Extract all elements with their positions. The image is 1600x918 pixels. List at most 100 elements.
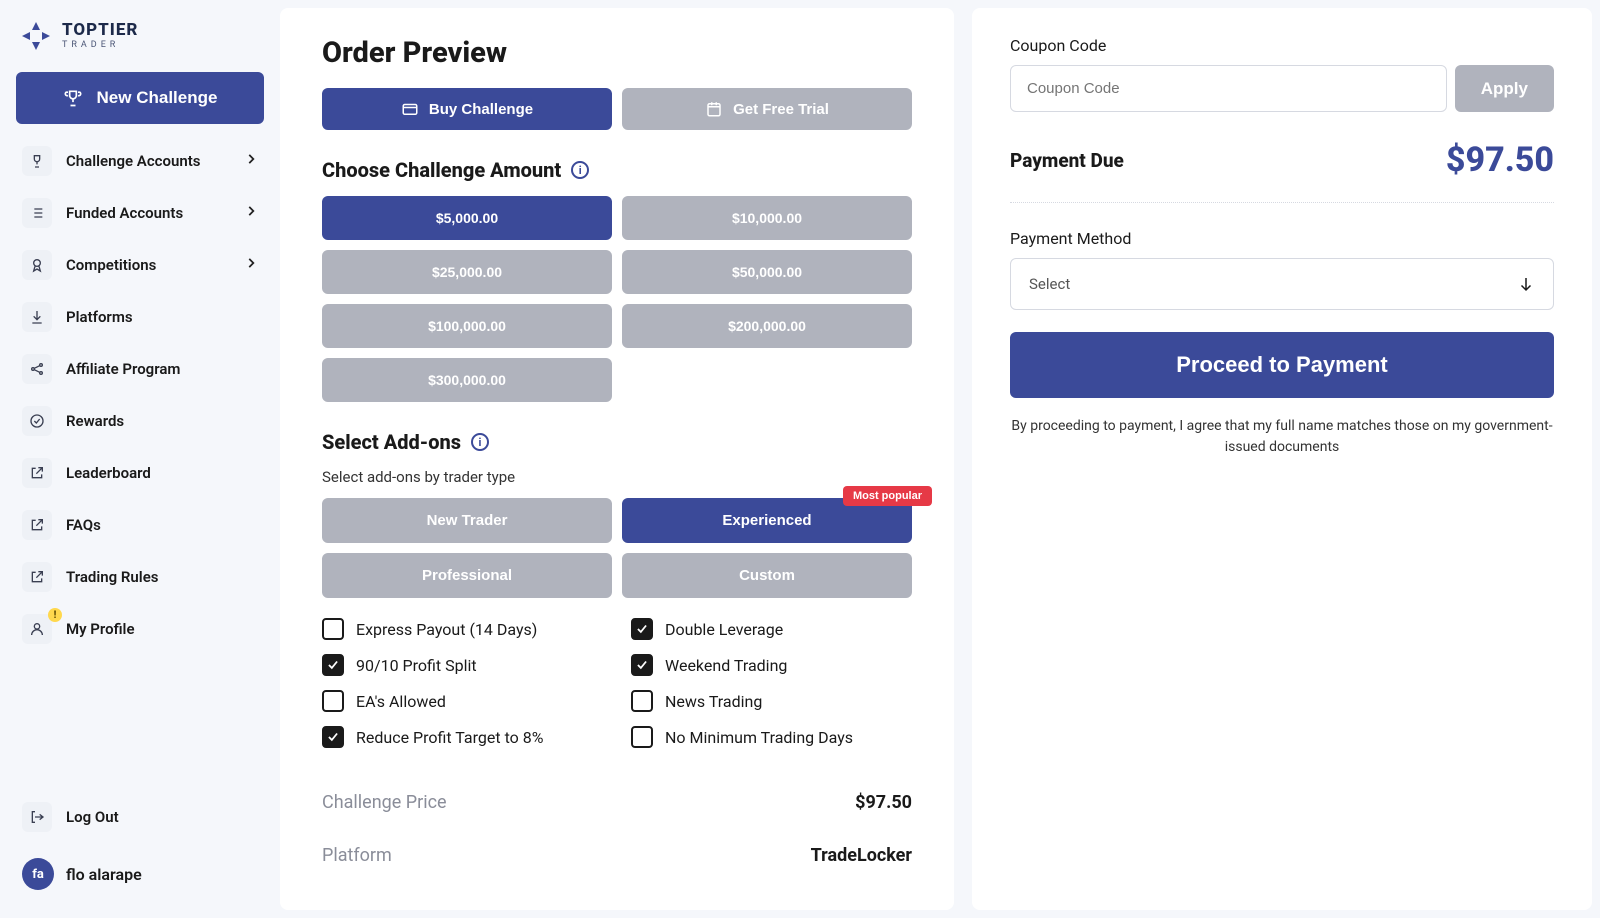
- sidebar-item-leaderboard[interactable]: Leaderboard: [16, 448, 264, 498]
- trader-type-option[interactable]: ExperiencedMost popular: [622, 498, 912, 543]
- sidebar-item-funded-accounts[interactable]: Funded Accounts: [16, 188, 264, 238]
- addon-item: No Minimum Trading Days: [631, 726, 912, 748]
- logo-icon: [20, 20, 52, 52]
- sidebar-item-label: My Profile: [66, 620, 135, 638]
- trader-type-option[interactable]: Professional: [322, 553, 612, 598]
- payment-due-row: Payment Due $97.50: [1010, 140, 1554, 203]
- amount-option[interactable]: $25,000.00: [322, 250, 612, 294]
- alert-badge: !: [48, 608, 62, 622]
- sidebar-item-faqs[interactable]: FAQs: [16, 500, 264, 550]
- coupon-label: Coupon Code: [1010, 36, 1554, 55]
- external-icon: [22, 510, 52, 540]
- amount-option[interactable]: $200,000.00: [622, 304, 912, 348]
- addon-label: EA's Allowed: [356, 692, 446, 711]
- sidebar-item-label: Funded Accounts: [66, 204, 183, 222]
- chevron-right-icon: [244, 204, 258, 222]
- page-title: Order Preview: [322, 36, 912, 70]
- brand-name: TOPTIER: [62, 22, 138, 39]
- calendar-icon: [705, 100, 723, 118]
- share-icon: [22, 354, 52, 384]
- sidebar-item-my-profile[interactable]: ! My Profile: [16, 604, 264, 654]
- free-trial-button[interactable]: Get Free Trial: [622, 88, 912, 130]
- addon-checkbox[interactable]: [322, 690, 344, 712]
- most-popular-tag: Most popular: [843, 486, 932, 506]
- logout-icon: [22, 802, 52, 832]
- info-icon[interactable]: i: [571, 161, 589, 179]
- apply-coupon-button[interactable]: Apply: [1455, 65, 1554, 112]
- sidebar-item-label: Leaderboard: [66, 464, 151, 482]
- payment-due-label: Payment Due: [1010, 149, 1124, 172]
- addon-item: News Trading: [631, 690, 912, 712]
- sidebar-item-label: Platforms: [66, 308, 133, 326]
- user-name: flo alarape: [66, 865, 142, 884]
- amount-option[interactable]: $5,000.00: [322, 196, 612, 240]
- sidebar-item-affiliate-program[interactable]: Affiliate Program: [16, 344, 264, 394]
- payment-due-amount: $97.50: [1446, 140, 1554, 180]
- amount-option[interactable]: $300,000.00: [322, 358, 612, 402]
- addon-label: Double Leverage: [665, 620, 783, 639]
- addon-item: Reduce Profit Target to 8%: [322, 726, 603, 748]
- addons-subtext: Select add-ons by trader type: [322, 468, 912, 486]
- addon-checkbox[interactable]: [322, 654, 344, 676]
- avatar: fa: [22, 858, 54, 890]
- addon-checkbox[interactable]: [322, 726, 344, 748]
- trophy-icon: [22, 146, 52, 176]
- addon-label: Express Payout (14 Days): [356, 620, 537, 639]
- addon-checkbox[interactable]: [631, 690, 653, 712]
- addon-item: Express Payout (14 Days): [322, 618, 603, 640]
- addon-label: Weekend Trading: [665, 656, 787, 675]
- new-challenge-button[interactable]: New Challenge: [16, 72, 264, 124]
- arrow-down-icon: [1517, 275, 1535, 293]
- addon-grid: Express Payout (14 Days) Double Leverage 9…: [322, 618, 912, 748]
- addon-checkbox[interactable]: [631, 654, 653, 676]
- addon-item: Double Leverage: [631, 618, 912, 640]
- trader-type-grid: New TraderExperiencedMost popularProfess…: [322, 498, 912, 598]
- sidebar-item-label: Trading Rules: [66, 568, 158, 586]
- logout-item[interactable]: Log Out: [16, 792, 264, 842]
- addon-checkbox[interactable]: [631, 726, 653, 748]
- sidebar-item-challenge-accounts[interactable]: Challenge Accounts: [16, 136, 264, 186]
- external-icon: [22, 458, 52, 488]
- sidebar-item-label: Competitions: [66, 256, 156, 274]
- addon-label: News Trading: [665, 692, 762, 711]
- sidebar-item-trading-rules[interactable]: Trading Rules: [16, 552, 264, 602]
- addon-checkbox[interactable]: [322, 618, 344, 640]
- new-challenge-label: New Challenge: [97, 88, 218, 108]
- coupon-input[interactable]: [1010, 65, 1447, 112]
- proceed-to-payment-button[interactable]: Proceed to Payment: [1010, 332, 1554, 398]
- sidebar-item-competitions[interactable]: Competitions: [16, 240, 264, 290]
- amount-option[interactable]: $100,000.00: [322, 304, 612, 348]
- brand-logo[interactable]: TOPTIERTRADER: [16, 20, 264, 72]
- medal-icon: [22, 250, 52, 280]
- addon-item: 90/10 Profit Split: [322, 654, 603, 676]
- sidebar-item-rewards[interactable]: Rewards: [16, 396, 264, 446]
- user-row[interactable]: fa flo alarape: [16, 850, 264, 898]
- payment-method-label: Payment Method: [1010, 229, 1554, 248]
- sidebar-item-label: Affiliate Program: [66, 360, 180, 378]
- trader-type-option[interactable]: New Trader: [322, 498, 612, 543]
- card-icon: [401, 100, 419, 118]
- addon-label: 90/10 Profit Split: [356, 656, 477, 675]
- amount-option[interactable]: $10,000.00: [622, 196, 912, 240]
- list-icon: [22, 198, 52, 228]
- buy-challenge-button[interactable]: Buy Challenge: [322, 88, 612, 130]
- info-icon[interactable]: i: [471, 433, 489, 451]
- addon-checkbox[interactable]: [631, 618, 653, 640]
- sidebar-item-label: Challenge Accounts: [66, 152, 200, 170]
- order-panel: Order Preview Buy Challenge Get Free Tri…: [280, 8, 954, 910]
- chevron-right-icon: [244, 152, 258, 170]
- logout-label: Log Out: [66, 808, 119, 826]
- addon-label: No Minimum Trading Days: [665, 728, 853, 747]
- addons-heading: Select Add-onsi: [322, 430, 912, 454]
- amount-option[interactable]: $50,000.00: [622, 250, 912, 294]
- trader-type-option[interactable]: Custom: [622, 553, 912, 598]
- trophy-icon: [63, 88, 83, 108]
- addon-item: Weekend Trading: [631, 654, 912, 676]
- sidebar-item-platforms[interactable]: Platforms: [16, 292, 264, 342]
- user-icon: [22, 614, 52, 644]
- amount-grid: $5,000.00$10,000.00$25,000.00$50,000.00$…: [322, 196, 912, 402]
- sidebar-item-label: Rewards: [66, 412, 124, 430]
- payment-method-select[interactable]: Select: [1010, 258, 1554, 310]
- chevron-right-icon: [244, 256, 258, 274]
- addon-item: EA's Allowed: [322, 690, 603, 712]
